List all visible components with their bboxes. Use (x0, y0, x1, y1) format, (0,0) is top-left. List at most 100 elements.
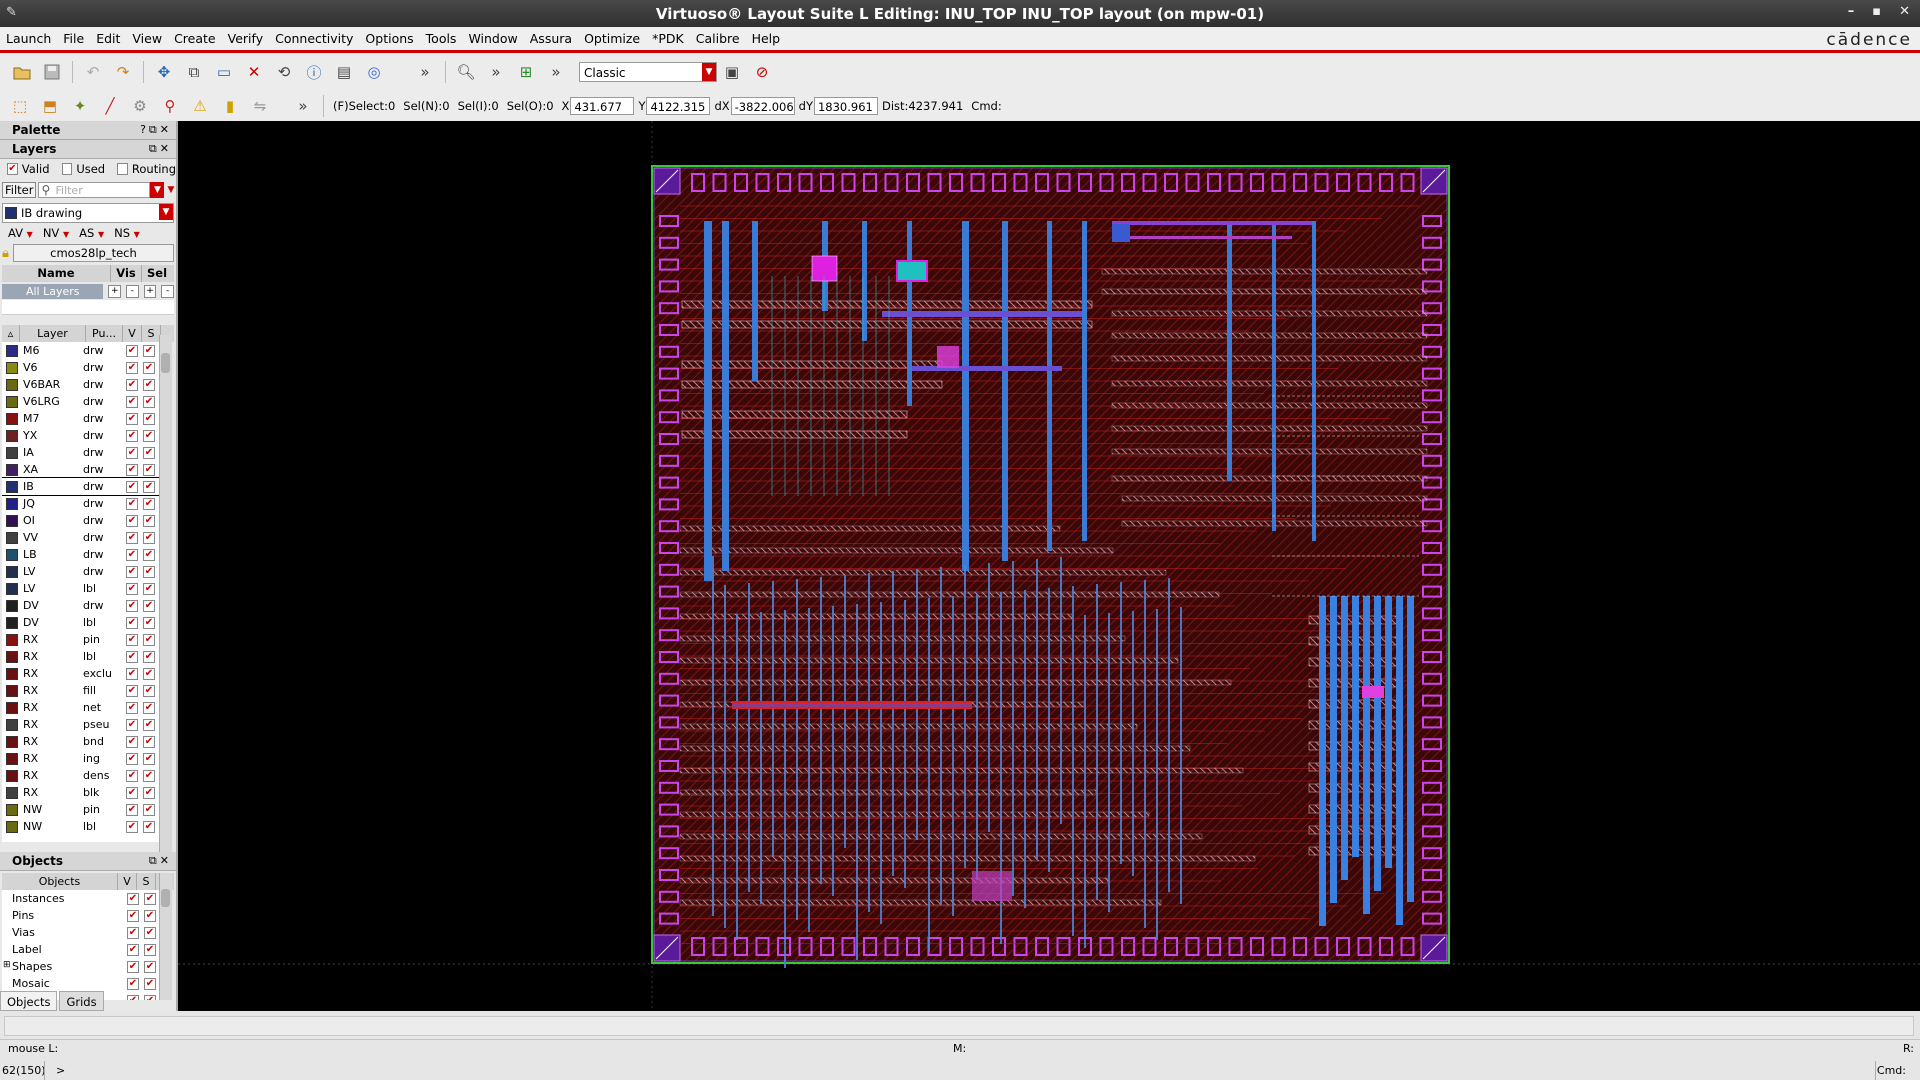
layer-selectable-checkbox[interactable]: ✔ (143, 497, 155, 510)
layer-row[interactable]: M7 drw ✔ ✔ (2, 410, 160, 427)
object-selectable-checkbox[interactable]: ✔ (144, 943, 156, 956)
minimize-button[interactable]: – (1848, 4, 1855, 19)
purpose-column-header[interactable]: Pu... (86, 325, 123, 342)
menu-file[interactable]: File (57, 31, 90, 46)
probe-icon[interactable]: ⚲ (158, 95, 182, 117)
layer-selectable-checkbox[interactable]: ✔ (143, 378, 155, 391)
layer-row[interactable]: RX pseu ✔ ✔ (2, 716, 160, 733)
layer-visible-checkbox[interactable]: ✔ (126, 582, 138, 595)
stretch-icon[interactable]: ▭ (212, 61, 236, 83)
chip-layout[interactable] (651, 165, 1450, 968)
redo-icon[interactable]: ↷ (111, 61, 135, 83)
layer-visible-checkbox[interactable]: ✔ (126, 412, 138, 425)
layer-swatch[interactable] (6, 548, 18, 561)
ruler-icon[interactable]: ⚙ (128, 95, 152, 117)
used-checkbox[interactable] (61, 163, 73, 175)
layer-selectable-checkbox[interactable]: ✔ (143, 344, 155, 357)
layer-swatch[interactable] (6, 769, 18, 782)
objects-scrollbar-thumb[interactable] (161, 889, 170, 907)
layer-swatch[interactable] (6, 650, 18, 663)
object-visible-checkbox[interactable]: ✔ (127, 943, 139, 956)
layer-swatch[interactable] (6, 429, 18, 442)
layer-selectable-checkbox[interactable]: ✔ (143, 599, 155, 612)
menu-help[interactable]: Help (746, 31, 787, 46)
layers-scrollbar[interactable] (159, 335, 172, 852)
layer-visible-checkbox[interactable]: ✔ (126, 599, 138, 612)
layer-selectable-checkbox[interactable]: ✔ (143, 786, 155, 799)
layer-selectable-checkbox[interactable]: ✔ (143, 616, 155, 629)
layer-selectable-checkbox[interactable]: ✔ (143, 735, 155, 748)
layer-row[interactable]: RX ing ✔ ✔ (2, 750, 160, 767)
layer-visible-checkbox[interactable]: ✔ (126, 752, 138, 765)
layer-swatch[interactable] (6, 480, 18, 493)
layer-visible-checkbox[interactable]: ✔ (126, 565, 138, 578)
layer-visible-checkbox[interactable]: ✔ (126, 633, 138, 646)
layer-swatch[interactable] (6, 378, 18, 391)
sort-icon[interactable]: ▵ (2, 325, 20, 342)
tech-library-button[interactable]: cmos28lp_tech (12, 244, 174, 262)
chevron-down-icon[interactable]: ▼ (159, 204, 173, 220)
layer-row[interactable]: XA drw ✔ ✔ (2, 461, 160, 478)
properties-icon[interactable]: ⓘ (302, 61, 326, 83)
layer-row[interactable]: RX blk ✔ ✔ (2, 784, 160, 801)
menu-connectivity[interactable]: Connectivity (269, 31, 359, 46)
chevron-down-icon[interactable]: ▼ (150, 182, 165, 198)
layer-row[interactable]: OI drw ✔ ✔ (2, 512, 160, 529)
partial-select-icon[interactable]: ⬒ (38, 95, 62, 117)
layer-selectable-checkbox[interactable]: ✔ (143, 633, 155, 646)
layer-selectable-checkbox[interactable]: ✔ (143, 463, 155, 476)
maximize-button[interactable]: ▪ (1872, 4, 1881, 19)
warning-icon[interactable]: ⚠ (188, 95, 212, 117)
layer-row[interactable]: NW lbl ✔ ✔ (2, 818, 160, 835)
object-selectable-checkbox[interactable]: ✔ (144, 909, 156, 922)
layer-swatch[interactable] (6, 497, 18, 510)
select-icon[interactable]: ⬚ (8, 95, 32, 117)
layer-visible-checkbox[interactable]: ✔ (126, 361, 138, 374)
add-instance-icon[interactable]: ⊞ (514, 61, 538, 83)
v-column-header[interactable]: V (123, 325, 142, 342)
layer-filter-input[interactable]: ⚲ Filter (38, 182, 151, 198)
tab-objects[interactable]: Objects (0, 991, 58, 1011)
layer-swatch[interactable] (6, 735, 18, 748)
layer-swatch[interactable] (6, 633, 18, 646)
layer-row[interactable]: V6BAR drw ✔ ✔ (2, 376, 160, 393)
layer-row[interactable]: RX dens ✔ ✔ (2, 767, 160, 784)
object-row[interactable]: ⊞ Shapes ✔ ✔ (2, 958, 160, 975)
layer-swatch[interactable] (6, 786, 18, 799)
object-selectable-checkbox[interactable]: ✔ (144, 892, 156, 905)
object-visible-checkbox[interactable]: ✔ (127, 892, 139, 905)
layer-row[interactable]: RX exclu ✔ ✔ (2, 665, 160, 682)
dy-field[interactable]: 1830.961 (813, 97, 878, 115)
dx-field[interactable]: -3822.006 (730, 97, 795, 115)
layer-swatch[interactable] (6, 803, 18, 816)
chevron-down-icon[interactable]: ▼ (702, 63, 716, 81)
menu-options[interactable]: Options (359, 31, 419, 46)
layer-visible-checkbox[interactable]: ✔ (126, 344, 138, 357)
layer-row[interactable]: DV lbl ✔ ✔ (2, 614, 160, 631)
object-visible-checkbox[interactable]: ✔ (127, 994, 139, 1000)
menu-window[interactable]: Window (462, 31, 523, 46)
copy-icon[interactable]: ⧉ (182, 61, 206, 83)
menu-launch[interactable]: Launch (0, 31, 57, 46)
layer-visible-checkbox[interactable]: ✔ (126, 616, 138, 629)
layer-row[interactable]: JQ drw ✔ ✔ (2, 495, 160, 512)
layer-row[interactable]: DV drw ✔ ✔ (2, 597, 160, 614)
align-icon[interactable]: ▤ (332, 61, 356, 83)
layer-swatch[interactable] (6, 395, 18, 408)
av-button[interactable]: AV ▼ (8, 226, 33, 240)
layer-row[interactable]: V6 drw ✔ ✔ (2, 359, 160, 376)
layer-row[interactable]: IA drw ✔ ✔ (2, 444, 160, 461)
layer-swatch[interactable] (6, 667, 18, 680)
delete-icon[interactable]: ✕ (242, 61, 266, 83)
object-selectable-checkbox[interactable]: ✔ (144, 994, 156, 1000)
layer-visible-checkbox[interactable]: ✔ (126, 548, 138, 561)
layer-selectable-checkbox[interactable]: ✔ (143, 701, 155, 714)
object-row[interactable]: Label ✔ ✔ (2, 941, 160, 958)
valid-checkbox[interactable]: ✔ (7, 163, 18, 175)
expand-icon[interactable]: ⊞ (3, 960, 11, 970)
ns-button[interactable]: NS ▼ (114, 226, 140, 240)
layers-scrollbar-thumb[interactable] (161, 353, 170, 373)
layer-row[interactable]: LV lbl ✔ ✔ (2, 580, 160, 597)
as-button[interactable]: AS ▼ (79, 226, 104, 240)
zoom-icon[interactable]: 🔍︎ (454, 61, 478, 83)
